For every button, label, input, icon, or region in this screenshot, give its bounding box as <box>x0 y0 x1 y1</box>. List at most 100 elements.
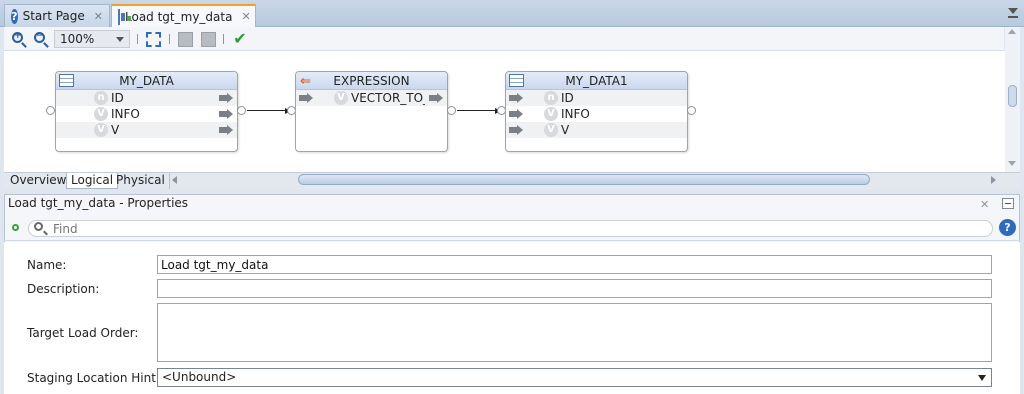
attribute-row[interactable]: n ID <box>56 90 237 106</box>
help-icon[interactable]: ? <box>999 219 1016 236</box>
description-label: Description: <box>27 282 100 296</box>
mapping-diagram-canvas[interactable]: MY_DATA n ID V INFO V V ⇐ EXPRESSION V V… <box>4 51 1005 172</box>
attribute-name: ID <box>111 91 124 105</box>
description-field[interactable] <box>157 279 992 298</box>
staging-location-hint-select[interactable]: <Unbound> <box>157 368 992 387</box>
node-header: MY_DATA <box>56 72 237 90</box>
toolbar-divider <box>223 34 224 44</box>
staging-location-hint-label: Staging Location Hint: <box>27 371 160 385</box>
arrange-icon <box>200 31 216 47</box>
node-title: MY_DATA1 <box>565 74 628 88</box>
layout-button[interactable] <box>176 30 194 48</box>
properties-form: Name: Description: Target Load Order: St… <box>4 242 1020 394</box>
diagram-toolbar: + − 100% ✔ <box>4 27 1004 51</box>
varchar-type-icon: V <box>94 107 108 121</box>
help-icon: ? <box>11 8 18 24</box>
zoom-out-button[interactable]: − <box>32 30 50 48</box>
node-title: MY_DATA <box>119 74 174 88</box>
minimize-icon[interactable] <box>1002 198 1014 209</box>
connector-line[interactable] <box>457 110 499 111</box>
input-port[interactable] <box>46 106 55 115</box>
layout-icon <box>177 31 193 47</box>
node-header: ⇐ EXPRESSION <box>296 72 447 90</box>
validate-button[interactable]: ✔ <box>231 30 249 48</box>
toolbar-divider <box>137 34 138 44</box>
output-arrow-icon <box>219 125 233 135</box>
attribute-name: V <box>111 123 120 137</box>
tab-start-page[interactable]: ? Start Page ✕ <box>4 4 110 27</box>
tab-load-tgt-my-data[interactable]: Load tgt_my_data ✕ <box>111 4 256 27</box>
connector-line[interactable] <box>247 110 289 111</box>
editor-tab-strip: ? Start Page ✕ Load tgt_my_data ✕ <box>0 0 1024 27</box>
datastore-node-my-data1[interactable]: MY_DATA1 n ID V INFO V V <box>505 71 688 152</box>
fit-to-window-button[interactable] <box>144 30 162 48</box>
attribute-row[interactable]: V VECTOR_TO_( <box>296 90 447 106</box>
status-dot-icon <box>12 224 19 231</box>
attribute-row[interactable]: V V <box>506 122 687 138</box>
attribute-name: INFO <box>111 107 140 121</box>
tab-label: Start Page <box>22 9 85 23</box>
close-icon[interactable]: ✕ <box>980 198 989 211</box>
scroll-thumb[interactable] <box>1008 85 1017 107</box>
tab-list-bar-icon <box>1008 16 1018 18</box>
search-icon <box>34 222 43 231</box>
diagram-vertical-scrollbar[interactable] <box>1005 27 1020 172</box>
attribute-name: ID <box>561 91 574 105</box>
expression-icon: ⇐ <box>300 74 311 89</box>
properties-find-bar: ? <box>4 216 1020 241</box>
close-icon[interactable]: ✕ <box>94 10 103 23</box>
close-icon[interactable]: ✕ <box>241 10 250 23</box>
varchar-type-icon: V <box>544 123 558 137</box>
name-label: Name: <box>27 258 67 272</box>
output-arrow-icon <box>219 93 233 103</box>
chevron-down-icon <box>116 37 124 42</box>
datastore-node-my-data[interactable]: MY_DATA n ID V INFO V V <box>55 71 238 152</box>
validate-check-icon: ✔ <box>233 29 247 48</box>
varchar-type-icon: V <box>544 107 558 121</box>
toolbar-divider <box>169 34 170 44</box>
tab-overview[interactable]: Overview <box>6 173 72 189</box>
attribute-row[interactable]: V V <box>56 122 237 138</box>
diagram-horizontal-scrollbar[interactable] <box>172 174 1004 186</box>
attribute-row[interactable]: V INFO <box>506 106 687 122</box>
tab-physical[interactable]: Physical <box>112 173 170 189</box>
attribute-row[interactable]: V INFO <box>56 106 237 122</box>
properties-panel-title: Load tgt_my_data - Properties <box>8 196 189 210</box>
mapping-icon <box>118 8 131 25</box>
zoom-level-value: 100% <box>60 32 95 46</box>
scroll-left-icon[interactable] <box>172 176 177 184</box>
attribute-name: V <box>561 123 570 137</box>
scroll-thumb[interactable] <box>298 174 870 185</box>
table-icon <box>59 74 74 87</box>
output-port[interactable] <box>687 106 696 115</box>
output-port[interactable] <box>447 106 456 115</box>
zoom-in-button[interactable]: + <box>10 30 28 48</box>
varchar-type-icon: V <box>94 123 108 137</box>
output-arrow-icon <box>219 109 233 119</box>
selected-value: <Unbound> <box>162 370 237 384</box>
attribute-row[interactable]: n ID <box>506 90 687 106</box>
expression-node[interactable]: ⇐ EXPRESSION V VECTOR_TO_( <box>295 71 448 152</box>
tab-list-dropdown-icon[interactable] <box>1008 8 1018 14</box>
node-header: MY_DATA1 <box>506 72 687 90</box>
arrange-button[interactable] <box>199 30 217 48</box>
tab-logical[interactable]: Logical <box>66 173 119 189</box>
zoom-level-select[interactable]: 100% <box>54 30 130 48</box>
find-input[interactable] <box>28 220 993 237</box>
name-field[interactable] <box>157 255 992 274</box>
target-load-order-label: Target Load Order: <box>27 326 139 340</box>
attribute-name: VECTOR_TO_( <box>351 91 425 105</box>
zoom-in-icon: + <box>12 31 23 43</box>
table-icon <box>509 74 524 87</box>
scroll-up-icon[interactable] <box>1008 29 1016 34</box>
input-arrow-icon <box>509 93 523 103</box>
scroll-right-icon[interactable] <box>991 176 996 184</box>
varchar-type-icon: V <box>334 91 348 105</box>
numeric-type-icon: n <box>94 91 108 105</box>
scroll-down-icon[interactable] <box>1008 161 1016 166</box>
numeric-type-icon: n <box>544 91 558 105</box>
target-load-order-field[interactable] <box>157 303 992 362</box>
zoom-out-icon: − <box>34 31 45 43</box>
output-port[interactable] <box>237 106 246 115</box>
input-arrow-icon <box>299 93 313 103</box>
